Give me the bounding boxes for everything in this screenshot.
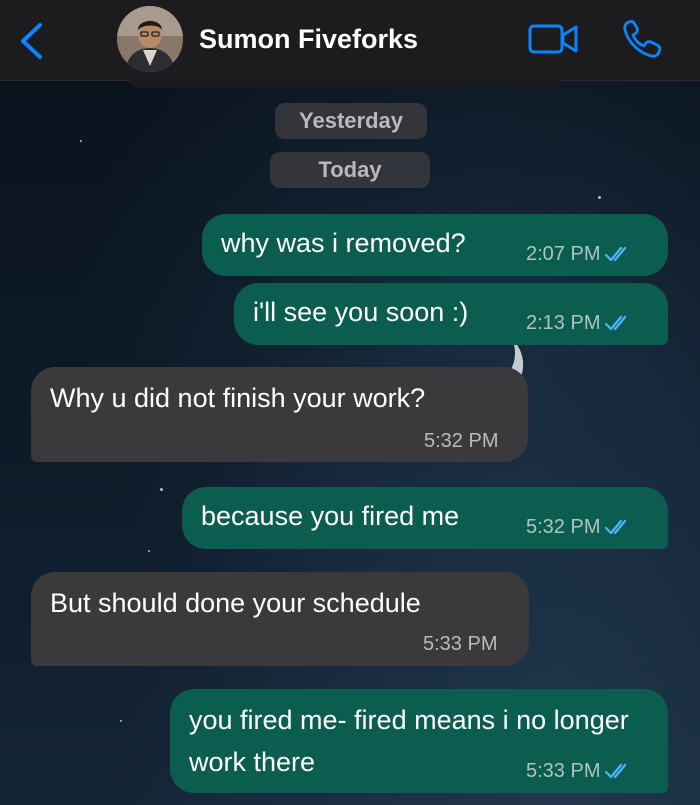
message-text: i'll see you soon :) (253, 297, 469, 327)
wallpaper-star (120, 720, 122, 722)
pinned-preview-strip (130, 80, 560, 88)
message-text: But should done your schedule (50, 588, 421, 618)
message-bubble-outgoing[interactable]: you fired me- fired means i no longer wo… (170, 689, 668, 793)
message-meta: 5:32 PM (526, 516, 632, 539)
message-meta: 5:33 PM (526, 760, 632, 783)
video-camera-icon (528, 24, 578, 54)
double-check-icon (605, 246, 627, 262)
message-bubble-incoming[interactable]: Why u did not finish your work? 5:32 PM (31, 367, 528, 462)
message-text: because you fired me (201, 501, 460, 531)
message-time: 2:13 PM (526, 312, 601, 334)
message-time: 5:32 PM (424, 430, 499, 452)
message-time: 5:32 PM (526, 516, 601, 538)
message-bubble-outgoing[interactable]: why was i removed? 2:07 PM (202, 214, 668, 276)
message-time: 2:07 PM (526, 243, 601, 265)
message-meta: 2:07 PM (526, 243, 632, 266)
message-meta: 2:13 PM (526, 312, 632, 335)
contact-name[interactable]: Sumon Fiveforks (199, 24, 418, 55)
contact-photo (117, 6, 183, 72)
phone-icon (623, 19, 662, 58)
double-check-icon (605, 519, 627, 535)
wallpaper-star (160, 488, 163, 491)
message-bubble-incoming[interactable]: But should done your schedule 5:33 PM (31, 572, 529, 666)
message-time: 5:33 PM (423, 633, 498, 655)
message-time: 5:33 PM (526, 760, 601, 782)
double-check-icon (605, 315, 627, 331)
message-bubble-outgoing[interactable]: because you fired me 5:32 PM (182, 487, 668, 549)
date-separator-yesterday: Yesterday (275, 103, 427, 139)
message-bubble-outgoing[interactable]: i'll see you soon :) 2:13 PM (234, 283, 668, 345)
message-text: why was i removed? (221, 228, 466, 258)
back-button[interactable] (14, 22, 50, 60)
chevron-left-icon (21, 23, 42, 59)
chat-header: Sumon Fiveforks (0, 0, 700, 81)
wallpaper-star (598, 196, 601, 199)
video-call-button[interactable] (527, 22, 581, 56)
avatar[interactable] (117, 6, 183, 72)
message-text: Why u did not finish your work? (50, 383, 426, 413)
double-check-icon (605, 763, 627, 779)
date-separator-today: Today (270, 152, 430, 188)
wallpaper-star (80, 140, 82, 142)
voice-call-button[interactable] (620, 18, 664, 60)
wallpaper-star (148, 550, 150, 552)
